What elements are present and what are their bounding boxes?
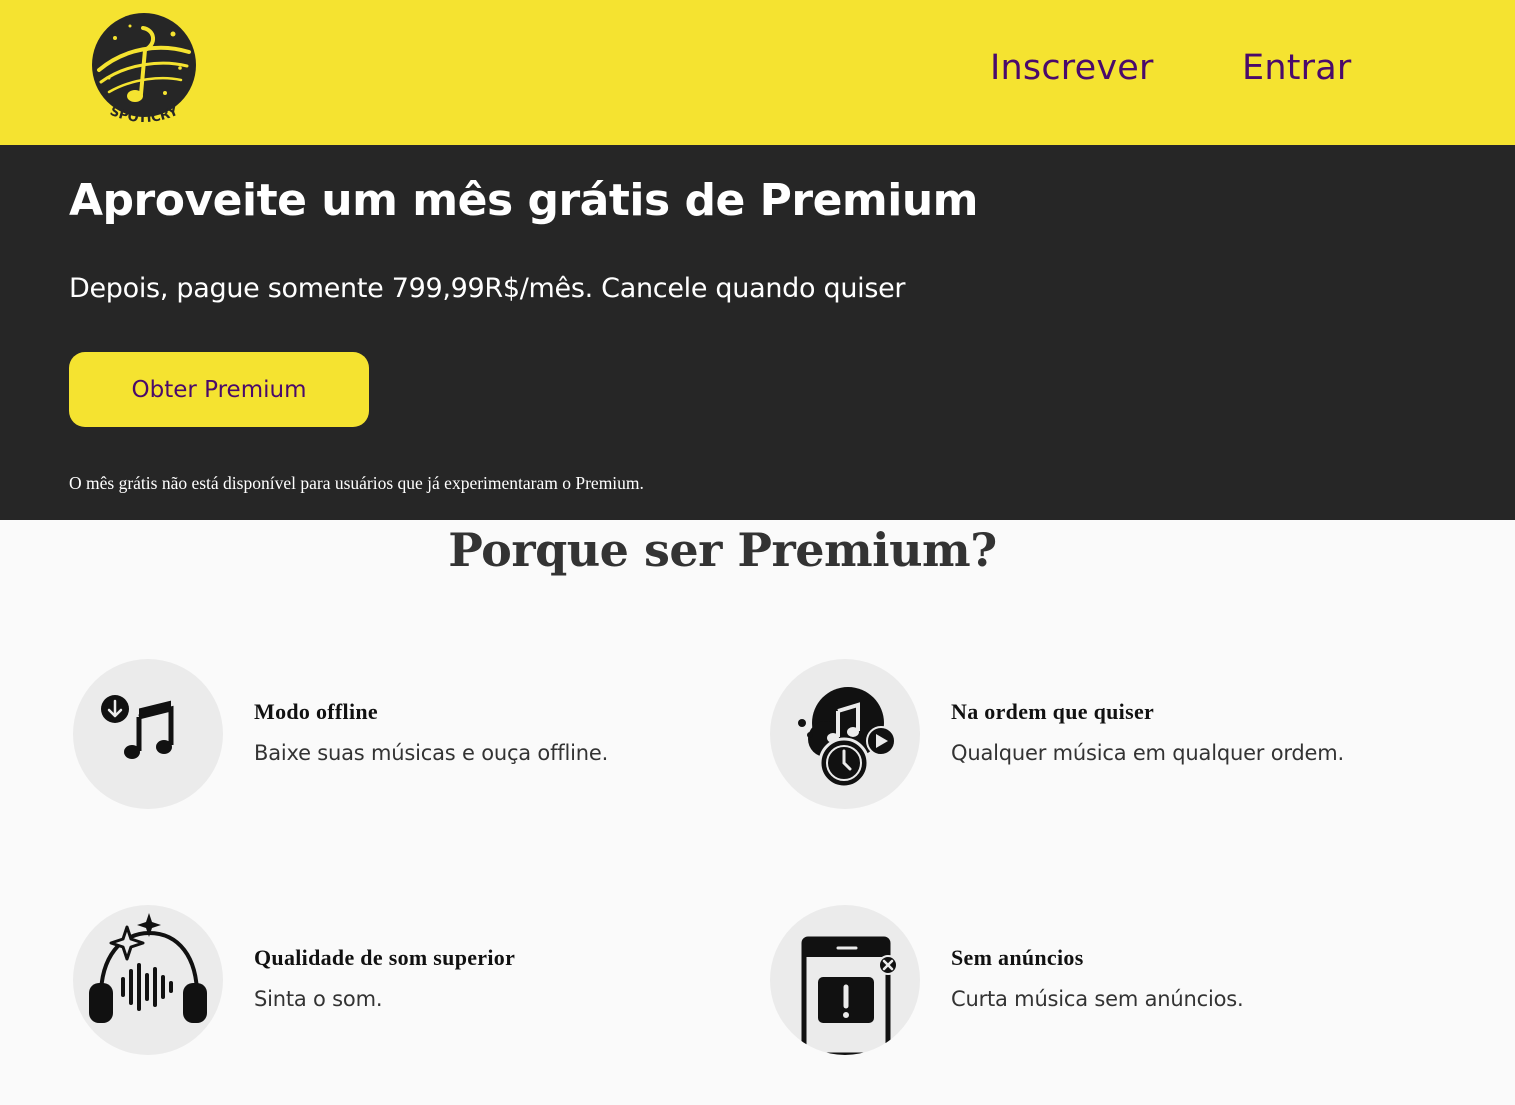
get-premium-button[interactable]: Obter Premium: [69, 352, 369, 427]
feature-title: Sem anúncios: [951, 945, 1084, 970]
feature-description: Baixe suas músicas e ouça offline.: [254, 741, 609, 765]
hero-banner: Aproveite um mês grátis de Premium Depoi…: [0, 145, 1515, 520]
hero-disclaimer: O mês grátis não está disponível para us…: [69, 473, 644, 493]
play-order-icon: [770, 659, 920, 809]
download-music-icon: [73, 659, 223, 809]
feature-title: Na ordem que quiser: [951, 699, 1155, 724]
login-link[interactable]: Entrar: [1242, 48, 1351, 88]
feature-sound-quality: Qualidade de som superior Sinta o som.: [73, 905, 763, 1055]
headphones-icon: [73, 905, 223, 1055]
spoticry-logo[interactable]: SPOTICRY: [85, 8, 203, 130]
site-header: SPOTICRY Inscrever Entrar: [0, 0, 1515, 145]
feature-description: Sinta o som.: [254, 987, 383, 1011]
feature-offline: Modo offline Baixe suas músicas e ouça o…: [73, 659, 763, 809]
features-heading: Porque ser Premium?: [448, 523, 997, 577]
hero-subtitle: Depois, pague somente 799,99R$/mês. Canc…: [69, 273, 906, 304]
hero-title: Aproveite um mês grátis de Premium: [69, 175, 979, 226]
feature-no-ads: Sem anúncios Curta música sem anúncios.: [770, 905, 1460, 1055]
feature-order: Na ordem que quiser Qualquer música em q…: [770, 659, 1460, 809]
no-ads-icon: [770, 905, 920, 1055]
signup-link[interactable]: Inscrever: [990, 48, 1154, 88]
feature-description: Curta música sem anúncios.: [951, 987, 1244, 1011]
feature-title: Modo offline: [254, 699, 378, 724]
feature-title: Qualidade de som superior: [254, 945, 516, 970]
feature-description: Qualquer música em qualquer ordem.: [951, 741, 1344, 765]
